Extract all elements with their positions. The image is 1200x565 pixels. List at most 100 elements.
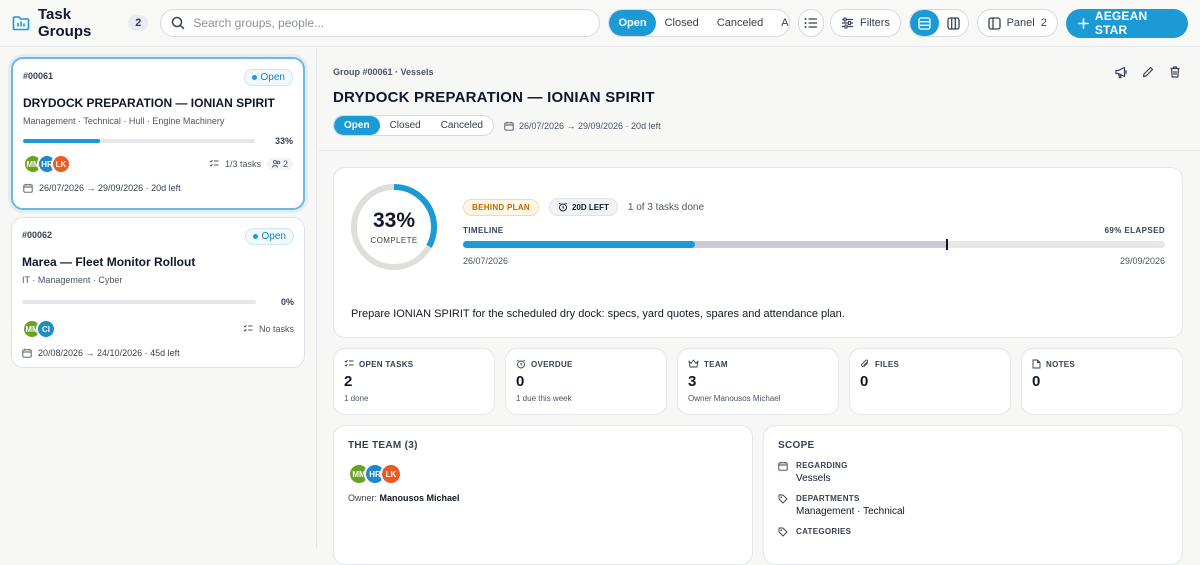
calendar-icon	[22, 348, 32, 358]
ring-text: 33% COMPLETE	[349, 182, 439, 272]
tag-icon	[778, 527, 788, 537]
calendar-icon	[778, 461, 788, 484]
search-box[interactable]	[160, 9, 601, 37]
group-meta: MM HR LK 1/3 tasks 2	[23, 154, 293, 174]
avatar-stack: MM CI	[22, 319, 56, 339]
status-filter: Open Closed Canceled All	[608, 9, 790, 37]
tag-icon	[778, 494, 788, 517]
people-icon	[272, 160, 281, 168]
sliders-icon	[841, 17, 854, 29]
stat-files[interactable]: FILES 0	[849, 348, 1011, 415]
tasks-done-text: 1 of 3 tasks done	[627, 201, 705, 213]
detail-dates: 26/07/2026 → 29/09/2026 · 20d left	[504, 121, 661, 131]
timeline-progress-bar	[463, 241, 695, 248]
panel-count: 2	[1040, 17, 1047, 29]
group-tags: IT · Management · Cyber	[22, 275, 123, 285]
search-input[interactable]	[193, 16, 590, 30]
stat-sub: Owner Manousos Michael	[688, 394, 781, 403]
rows-icon	[918, 16, 931, 30]
tab-closed[interactable]: Closed	[380, 116, 431, 135]
stat-value: 2	[344, 373, 353, 390]
alarm-clock-icon	[516, 359, 526, 369]
group-progress: 0%	[22, 297, 294, 307]
status-badge: Open	[243, 69, 293, 86]
scope-label: DEPARTMENTS	[796, 494, 860, 503]
tab-canceled[interactable]: Canceled	[431, 116, 493, 135]
stat-header: NOTES	[1032, 359, 1172, 369]
stat-header: TEAM	[688, 359, 828, 369]
status-badge-label: Open	[260, 72, 285, 83]
app-title: Task Groups	[38, 6, 92, 40]
group-description: Prepare IONIAN SPIRIT for the scheduled …	[351, 308, 845, 320]
status-filter-all[interactable]: All	[772, 10, 789, 36]
view-toggle	[908, 9, 969, 37]
status-filter-open[interactable]: Open	[609, 10, 656, 36]
group-card-00061[interactable]: #00061 Open DRYDOCK PREPARATION — IONIAN…	[11, 57, 305, 210]
timeline-elapsed: 69% ELAPSED	[1104, 226, 1165, 235]
stat-label: FILES	[875, 359, 900, 369]
status-filter-closed[interactable]: Closed	[656, 10, 708, 36]
scope-value: Vessels	[796, 473, 831, 484]
people-count-badge: 2	[266, 158, 293, 170]
timeline-today-marker	[946, 239, 949, 250]
stat-overdue[interactable]: OVERDUE 0 1 due this week	[505, 348, 667, 415]
group-list: #00061 Open DRYDOCK PREPARATION — IONIAN…	[0, 48, 317, 549]
checklist-icon	[209, 159, 219, 169]
progress-track	[22, 300, 256, 304]
stat-notes[interactable]: NOTES 0	[1021, 348, 1183, 415]
vessel-button-label: AEGEAN STAR	[1094, 9, 1148, 37]
scope-title: SCOPE	[778, 440, 815, 451]
owner-line: Owner: Manousos Michael	[348, 493, 738, 503]
progress-overview: 33% COMPLETE BEHIND PLAN 20D LEFT 1 of 3…	[333, 167, 1183, 338]
owner-name: Manousos Michael	[379, 493, 460, 503]
group-card-00062[interactable]: #00062 Open Marea — Fleet Monitor Rollou…	[11, 217, 305, 368]
status-filter-canceled[interactable]: Canceled	[708, 10, 772, 36]
trash-icon[interactable]	[1168, 65, 1182, 79]
paperclip-icon	[860, 359, 870, 369]
tab-open[interactable]: Open	[334, 116, 380, 135]
stat-label: OVERDUE	[531, 359, 573, 369]
detail-header: Group #00061 · Vessels DRYDOCK PREPARATI…	[318, 48, 1200, 151]
stat-header: FILES	[860, 359, 1000, 369]
group-title: DRYDOCK PREPARATION — IONIAN SPIRIT	[23, 96, 275, 110]
stat-sub: 1 done	[344, 394, 369, 403]
timeline-end-date: 29/09/2026	[1119, 256, 1165, 266]
team-title: THE TEAM (3)	[348, 440, 418, 451]
edit-icon[interactable]	[1141, 65, 1155, 79]
vessel-button[interactable]: AEGEAN STAR	[1065, 8, 1188, 38]
avatar[interactable]: CI	[36, 319, 56, 339]
owner-prefix: Owner:	[348, 493, 378, 503]
group-date-range: 20/08/2026 → 24/10/2026 · 45d left	[38, 348, 180, 358]
stat-label: OPEN TASKS	[359, 359, 414, 369]
avatar[interactable]: LK	[380, 463, 402, 485]
team-icon	[688, 359, 699, 369]
sort-button[interactable]	[797, 9, 824, 37]
group-detail: Group #00061 · Vessels DRYDOCK PREPARATI…	[318, 48, 1200, 565]
avatar-stack: MM HR LK	[23, 154, 71, 174]
folder-chart-icon	[12, 15, 30, 31]
stat-team[interactable]: TEAM 3 Owner Manousos Michael	[677, 348, 839, 415]
detail-status-tabs: Open Closed Canceled	[333, 115, 494, 136]
filters-button[interactable]: Filters	[830, 9, 901, 37]
group-meta: MM CI No tasks	[22, 319, 294, 339]
group-dates: 20/08/2026 → 24/10/2026 · 45d left	[22, 348, 294, 358]
calendar-icon	[23, 183, 33, 193]
megaphone-icon[interactable]	[1114, 65, 1128, 79]
stat-value: 0	[516, 373, 525, 390]
stat-value: 3	[688, 373, 697, 390]
panel-button[interactable]: Panel 2	[976, 9, 1058, 37]
task-summary: No tasks	[243, 324, 294, 334]
board-view-button[interactable]	[939, 10, 968, 36]
avatar[interactable]: LK	[51, 154, 71, 174]
detail-status-row: Open Closed Canceled 26/07/2026 → 29/09/…	[333, 115, 661, 136]
plus-icon	[1078, 17, 1089, 29]
columns-icon	[946, 16, 960, 30]
stat-open-tasks[interactable]: OPEN TASKS 2 1 done	[333, 348, 495, 415]
scope-regarding: REGARDING Vessels	[778, 461, 1168, 484]
days-left-badge: 20D LEFT	[548, 198, 618, 216]
status-dot-icon	[252, 234, 258, 239]
team-panel: THE TEAM (3) MM HR LK Owner: Manousos Mi…	[333, 425, 753, 565]
stat-header: OVERDUE	[516, 359, 656, 369]
scope-value: Management · Technical	[796, 506, 905, 517]
list-view-button[interactable]	[909, 10, 939, 36]
